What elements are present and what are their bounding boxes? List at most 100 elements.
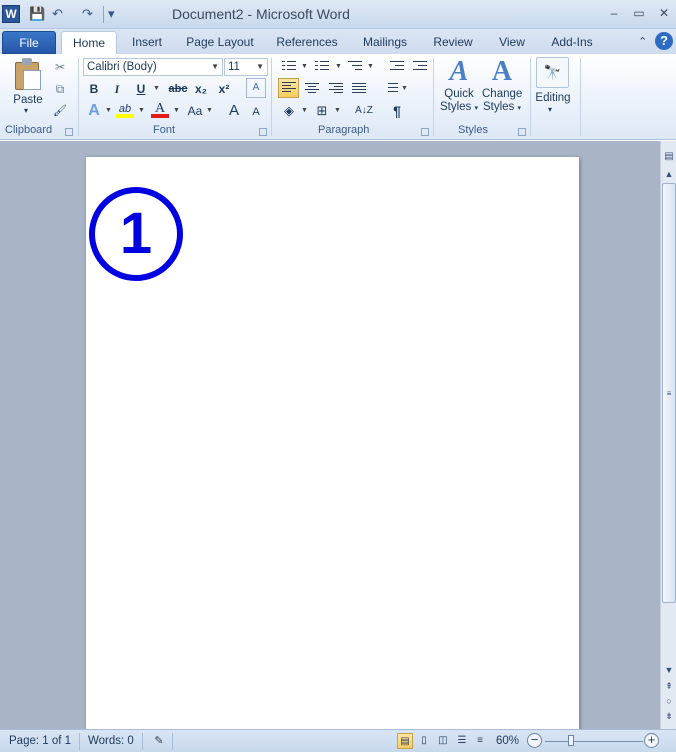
- borders-dropdown-icon[interactable]: ▼: [334, 107, 341, 114]
- zoom-slider-track[interactable]: [545, 741, 643, 742]
- print-layout-view-icon[interactable]: ▤: [397, 733, 413, 749]
- numbering-icon[interactable]: [313, 58, 331, 76]
- underline-dropdown-icon[interactable]: ▼: [153, 85, 160, 92]
- multilevel-dropdown-icon[interactable]: ▼: [367, 63, 374, 70]
- page-count[interactable]: Page: 1 of 1: [9, 735, 71, 747]
- minimize-ribbon-icon[interactable]: ⌃: [638, 35, 647, 48]
- close-window-button[interactable]: ✕: [657, 6, 671, 20]
- font-color-dropdown-icon[interactable]: ▼: [173, 107, 180, 114]
- decrease-indent-icon[interactable]: [388, 58, 406, 76]
- styles-launcher-icon[interactable]: [518, 128, 526, 136]
- paste-button-label[interactable]: Paste: [13, 94, 43, 106]
- minimize-window-button[interactable]: –: [607, 6, 621, 20]
- paste-dropdown-arrow[interactable]: ▾: [24, 106, 28, 115]
- highlight-button[interactable]: ab: [116, 100, 134, 118]
- subscript-button[interactable]: x₂: [192, 80, 210, 98]
- proofing-icon[interactable]: ✎: [151, 733, 167, 749]
- borders-icon[interactable]: ⊞: [313, 102, 331, 120]
- justify-button[interactable]: [350, 80, 368, 98]
- previous-page-icon[interactable]: ⇞: [663, 681, 675, 692]
- text-effects-dropdown-icon[interactable]: ▼: [105, 107, 112, 114]
- draft-view-icon[interactable]: ≡: [472, 733, 488, 749]
- change-case-dropdown-icon[interactable]: ▼: [206, 107, 213, 114]
- align-center-button[interactable]: [303, 80, 321, 98]
- document-area[interactable]: 1: [0, 141, 660, 737]
- line-spacing-dropdown-icon[interactable]: ▼: [401, 85, 408, 92]
- outline-view-icon[interactable]: ☰: [454, 733, 470, 749]
- underline-button[interactable]: U: [132, 80, 150, 98]
- bullets-dropdown-icon[interactable]: ▼: [301, 63, 308, 70]
- vertical-scrollbar[interactable]: ▤ ▲ ≡ ▼ ⇞ ○ ⇟: [660, 141, 676, 729]
- strikethrough-button[interactable]: abc: [166, 80, 190, 98]
- zoom-in-button[interactable]: +: [644, 733, 659, 748]
- web-layout-view-icon[interactable]: ◫: [435, 733, 451, 749]
- clear-formatting-button[interactable]: A: [246, 78, 266, 98]
- quick-styles-button[interactable]: A Quick Styles ▾: [439, 56, 479, 115]
- tab-insert[interactable]: Insert: [122, 31, 172, 54]
- multilevel-list-icon[interactable]: [346, 58, 364, 76]
- editing-icon[interactable]: 🔭: [536, 57, 569, 88]
- redo-icon[interactable]: ↷: [82, 5, 98, 23]
- change-case-button[interactable]: Aa: [184, 102, 206, 120]
- shading-icon[interactable]: ◈: [280, 102, 298, 120]
- bullets-icon[interactable]: [280, 58, 298, 76]
- bold-button[interactable]: B: [85, 80, 103, 98]
- align-right-button[interactable]: [327, 80, 345, 98]
- tab-mailings[interactable]: Mailings: [354, 31, 416, 54]
- clipboard-group-label: Clipboard: [5, 124, 53, 136]
- editing-dropdown-arrow[interactable]: ▾: [548, 105, 552, 114]
- quick-styles-label-1: Quick: [444, 88, 474, 100]
- tab-home[interactable]: Home: [61, 31, 117, 54]
- tab-view[interactable]: View: [490, 31, 534, 54]
- scroll-down-arrow-icon[interactable]: ▼: [663, 665, 675, 675]
- tab-file[interactable]: File: [2, 31, 56, 54]
- document-page[interactable]: 1: [86, 157, 579, 737]
- clipboard-launcher-icon[interactable]: [65, 128, 73, 136]
- text-effects-button[interactable]: A: [85, 102, 103, 120]
- zoom-slider-thumb[interactable]: [568, 735, 574, 746]
- font-launcher-icon[interactable]: [259, 128, 267, 136]
- zoom-level[interactable]: 60%: [496, 735, 519, 747]
- customize-qat-icon[interactable]: ▾: [108, 5, 120, 23]
- highlight-dropdown-icon[interactable]: ▼: [138, 107, 145, 114]
- scroll-up-arrow-icon[interactable]: ▲: [663, 169, 675, 179]
- format-painter-icon[interactable]: 🖌: [51, 102, 69, 120]
- increase-indent-icon[interactable]: [411, 58, 429, 76]
- grow-font-button[interactable]: A: [225, 102, 243, 120]
- browse-object-icon[interactable]: ○: [663, 696, 675, 706]
- numbering-dropdown-icon[interactable]: ▼: [335, 63, 342, 70]
- shading-dropdown-icon[interactable]: ▼: [301, 107, 308, 114]
- editing-button-label[interactable]: Editing: [532, 92, 574, 104]
- tab-review[interactable]: Review: [426, 31, 480, 54]
- italic-button[interactable]: I: [108, 80, 126, 98]
- save-icon[interactable]: 💾: [29, 5, 45, 23]
- paragraph-launcher-icon[interactable]: [421, 128, 429, 136]
- cut-icon[interactable]: ✂: [51, 58, 69, 76]
- next-page-icon[interactable]: ⇟: [663, 711, 675, 722]
- full-screen-reading-view-icon[interactable]: ▯: [416, 733, 432, 749]
- font-size-combo[interactable]: 11 ▼: [224, 58, 268, 76]
- font-name-combo[interactable]: Calibri (Body) ▼: [83, 58, 223, 76]
- superscript-button[interactable]: x²: [215, 80, 233, 98]
- ribbon-tabs: File Home Insert Page Layout References …: [0, 29, 676, 54]
- word-app-icon[interactable]: W: [2, 5, 20, 23]
- tab-add-ins[interactable]: Add-Ins: [544, 31, 600, 54]
- restore-window-button[interactable]: ▭: [632, 6, 646, 20]
- align-left-button[interactable]: [278, 78, 299, 98]
- word-count[interactable]: Words: 0: [88, 735, 134, 747]
- zoom-out-button[interactable]: −: [527, 733, 542, 748]
- ruler-toggle-icon[interactable]: ▤: [663, 151, 675, 162]
- tab-page-layout[interactable]: Page Layout: [180, 31, 260, 54]
- show-formatting-marks-button[interactable]: ¶: [388, 102, 406, 120]
- change-styles-button[interactable]: A Change Styles ▾: [482, 56, 522, 115]
- line-spacing-icon[interactable]: [382, 80, 400, 98]
- paste-icon[interactable]: [13, 58, 43, 90]
- scroll-grip-icon: ≡: [666, 389, 672, 398]
- help-icon[interactable]: ?: [655, 32, 673, 50]
- undo-icon[interactable]: ↶: [52, 5, 76, 23]
- tab-references[interactable]: References: [270, 31, 344, 54]
- sort-button[interactable]: A↓Z: [353, 102, 375, 120]
- font-color-button[interactable]: A: [151, 100, 169, 118]
- copy-icon[interactable]: ⧉: [51, 80, 69, 98]
- shrink-font-button[interactable]: A: [247, 103, 265, 121]
